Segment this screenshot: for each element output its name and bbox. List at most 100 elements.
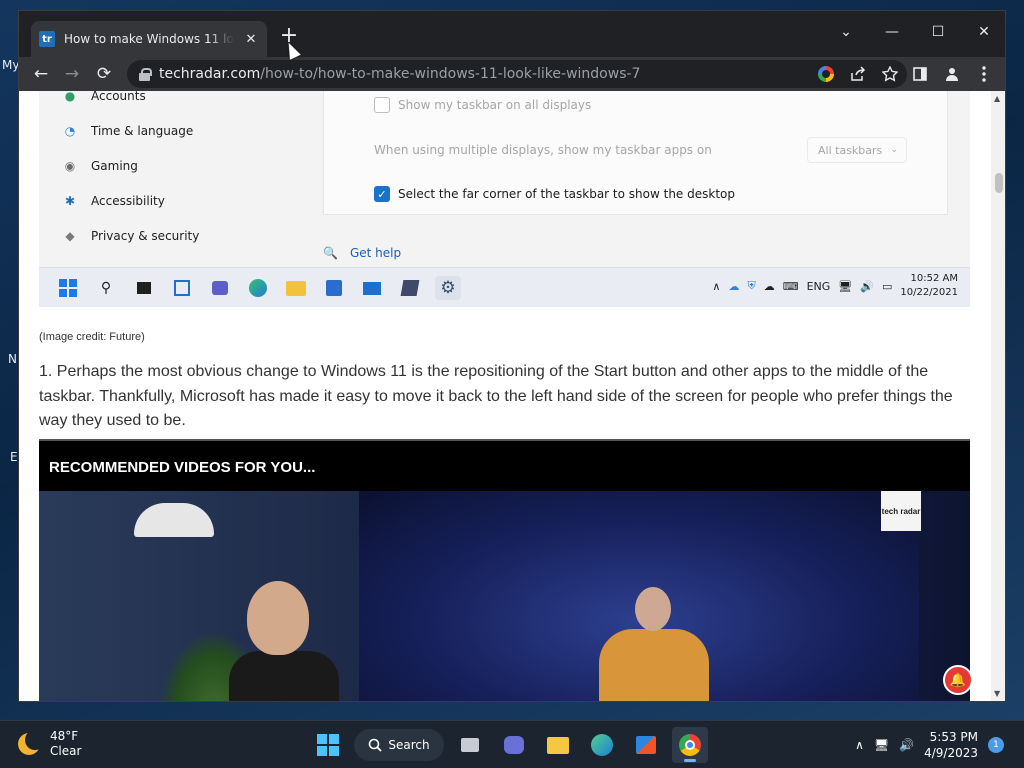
language-indicator: ENG [806, 279, 831, 293]
reload-button[interactable]: ⟳ [91, 61, 117, 87]
nav-label: Accounts [91, 91, 146, 103]
url-host: techradar.com [159, 66, 261, 82]
taskbar-clock[interactable]: 5:53 PM 4/9/2023 [924, 729, 978, 761]
image-credit: (Image credit: Future) [39, 331, 145, 343]
show-taskbar-all-displays-checkbox [374, 97, 390, 113]
snipping-tool-icon [397, 276, 423, 300]
store-icon [321, 276, 347, 300]
task-view-icon [131, 276, 157, 300]
browser-tab[interactable]: tr How to make Windows 11 look like Wind… [31, 21, 267, 57]
get-help-link: Get help [349, 246, 402, 260]
url-path: /how-to/how-to-make-windows-11-look-like… [260, 66, 641, 82]
page-scrollbar[interactable]: ▲ ▼ [991, 91, 1005, 701]
option-label: Show my taskbar on all displays [398, 98, 592, 112]
menu-icon[interactable] [971, 61, 997, 87]
desktop-icon-label[interactable]: E [10, 450, 18, 464]
windows11-taskbar-image: ⚲ ⚙ ∧ ☁ ⛨ ☁ ⌨ ENG 🖥 🔊 ▭ 10:52 AM 10/22/2… [39, 267, 970, 307]
notification-bell-icon[interactable]: 🔔 [943, 665, 973, 695]
notification-count-badge[interactable]: 1 [988, 737, 1004, 753]
techradar-favicon-icon: tr [39, 31, 55, 47]
chrome-icon[interactable] [672, 727, 708, 763]
profile-icon[interactable] [939, 61, 965, 87]
windows-taskbar: 48°F Clear Search ∧ 🖥 🔊 5:53 PM 4/9/2023 [0, 720, 1024, 768]
option-label: When using multiple displays, show my ta… [374, 143, 712, 157]
chevron-down-icon: ⌄ [890, 145, 898, 155]
help-icon: 🔍 [323, 246, 338, 260]
clock-date: 10/22/2021 [900, 287, 958, 298]
task-view-icon[interactable] [452, 727, 488, 763]
desktop-icon-label[interactable]: N [8, 352, 17, 366]
weather-desc: Clear [50, 744, 82, 758]
forward-button[interactable]: → [59, 61, 85, 87]
cloud-icon: ☁ [763, 279, 775, 293]
scroll-up-icon[interactable]: ▲ [994, 94, 1000, 103]
clock-time: 5:53 PM [929, 730, 978, 744]
maximize-button[interactable]: ☐ [915, 17, 961, 47]
video-frame[interactable]: tech radar [39, 491, 970, 701]
bookmark-star-icon[interactable] [879, 63, 901, 85]
globe-clock-icon: ◔ [64, 124, 76, 138]
tab-close-icon[interactable]: ✕ [243, 32, 259, 47]
mail-icon [359, 276, 385, 300]
scroll-thumb[interactable] [995, 173, 1003, 193]
tab-title: How to make Windows 11 look like Windows… [64, 32, 234, 46]
settings-screenshot-image: ● Accounts ◔ Time & language ◉ Gaming ✱ … [39, 91, 970, 307]
file-explorer-icon[interactable] [540, 727, 576, 763]
search-icon: ⚲ [100, 280, 112, 296]
start-icon [55, 276, 81, 300]
widgets-icon [169, 276, 195, 300]
edge-icon[interactable] [584, 727, 620, 763]
settings-nav-gaming: ◉ Gaming [63, 159, 138, 173]
file-explorer-icon [283, 276, 309, 300]
chevron-up-icon[interactable]: ∧ [855, 738, 864, 752]
presenter-image [229, 581, 339, 701]
search-icon [369, 738, 383, 752]
taskbar-search[interactable]: Search [354, 729, 444, 761]
windows11-clock: 10:52 AM 10/22/2021 [900, 272, 958, 300]
settings-nav-accessibility: ✱ Accessibility [63, 194, 165, 208]
settings-gear-icon: ⚙ [435, 276, 461, 300]
weather-widget[interactable]: 48°F Clear [18, 729, 81, 759]
nav-label: Accessibility [91, 194, 165, 208]
system-tray: ∧ 🖥 🔊 5:53 PM 4/9/2023 1 [855, 729, 1004, 761]
store-icon[interactable] [628, 727, 664, 763]
back-button[interactable]: ← [28, 61, 54, 87]
nav-label: Privacy & security [91, 229, 200, 243]
start-button[interactable] [310, 727, 346, 763]
onedrive-icon: ☁ [728, 279, 740, 293]
windows11-tray: ∧ ☁ ⛨ ☁ ⌨ ENG 🖥 🔊 ▭ 10:52 AM 10/22/2021 [712, 272, 958, 300]
hologram-person-image [599, 587, 709, 701]
volume-icon[interactable]: 🔊 [899, 738, 914, 752]
battery-icon: ▭ [881, 279, 893, 293]
google-icon[interactable] [815, 63, 837, 85]
address-bar[interactable]: techradar.com/how-to/how-to-make-windows… [127, 60, 907, 88]
keyboard-icon: ⌨ [782, 279, 799, 293]
edge-icon [245, 276, 271, 300]
lock-icon[interactable] [139, 67, 152, 81]
recommended-videos-player[interactable]: RECOMMENDED VIDEOS FOR YOU... tech radar [39, 439, 970, 701]
weather-temp: 48°F [50, 729, 79, 743]
clock-time: 10:52 AM [910, 273, 958, 284]
moon-icon [18, 730, 45, 755]
settings-nav-privacy: ◆ Privacy & security [63, 229, 199, 243]
network-icon[interactable]: 🖥 [874, 738, 889, 752]
volume-icon: 🔊 [860, 279, 874, 293]
teams-chat-icon [207, 276, 233, 300]
search-label: Search [388, 738, 430, 752]
desktop-icon-label[interactable]: My [2, 58, 19, 72]
share-icon[interactable] [847, 63, 869, 85]
close-window-button[interactable]: ✕ [961, 17, 1005, 47]
teams-chat-icon[interactable] [496, 727, 532, 763]
techradar-logo: tech radar [881, 491, 921, 531]
settings-nav-accounts: ● Accounts [63, 91, 146, 103]
side-panel-icon[interactable] [907, 61, 933, 87]
settings-nav-time-language: ◔ Time & language [63, 124, 193, 138]
chrome-window: tr How to make Windows 11 look like Wind… [18, 10, 1006, 702]
minimize-button[interactable]: — [869, 17, 915, 47]
clock-date: 4/9/2023 [924, 746, 978, 760]
network-icon: 🖥 [838, 279, 853, 293]
shield-icon: ◆ [65, 229, 75, 243]
scroll-down-icon[interactable]: ▼ [994, 689, 1000, 698]
dropdown-value: All taskbars [818, 143, 883, 157]
tab-search-chevron-icon[interactable]: ⌄ [823, 17, 869, 47]
